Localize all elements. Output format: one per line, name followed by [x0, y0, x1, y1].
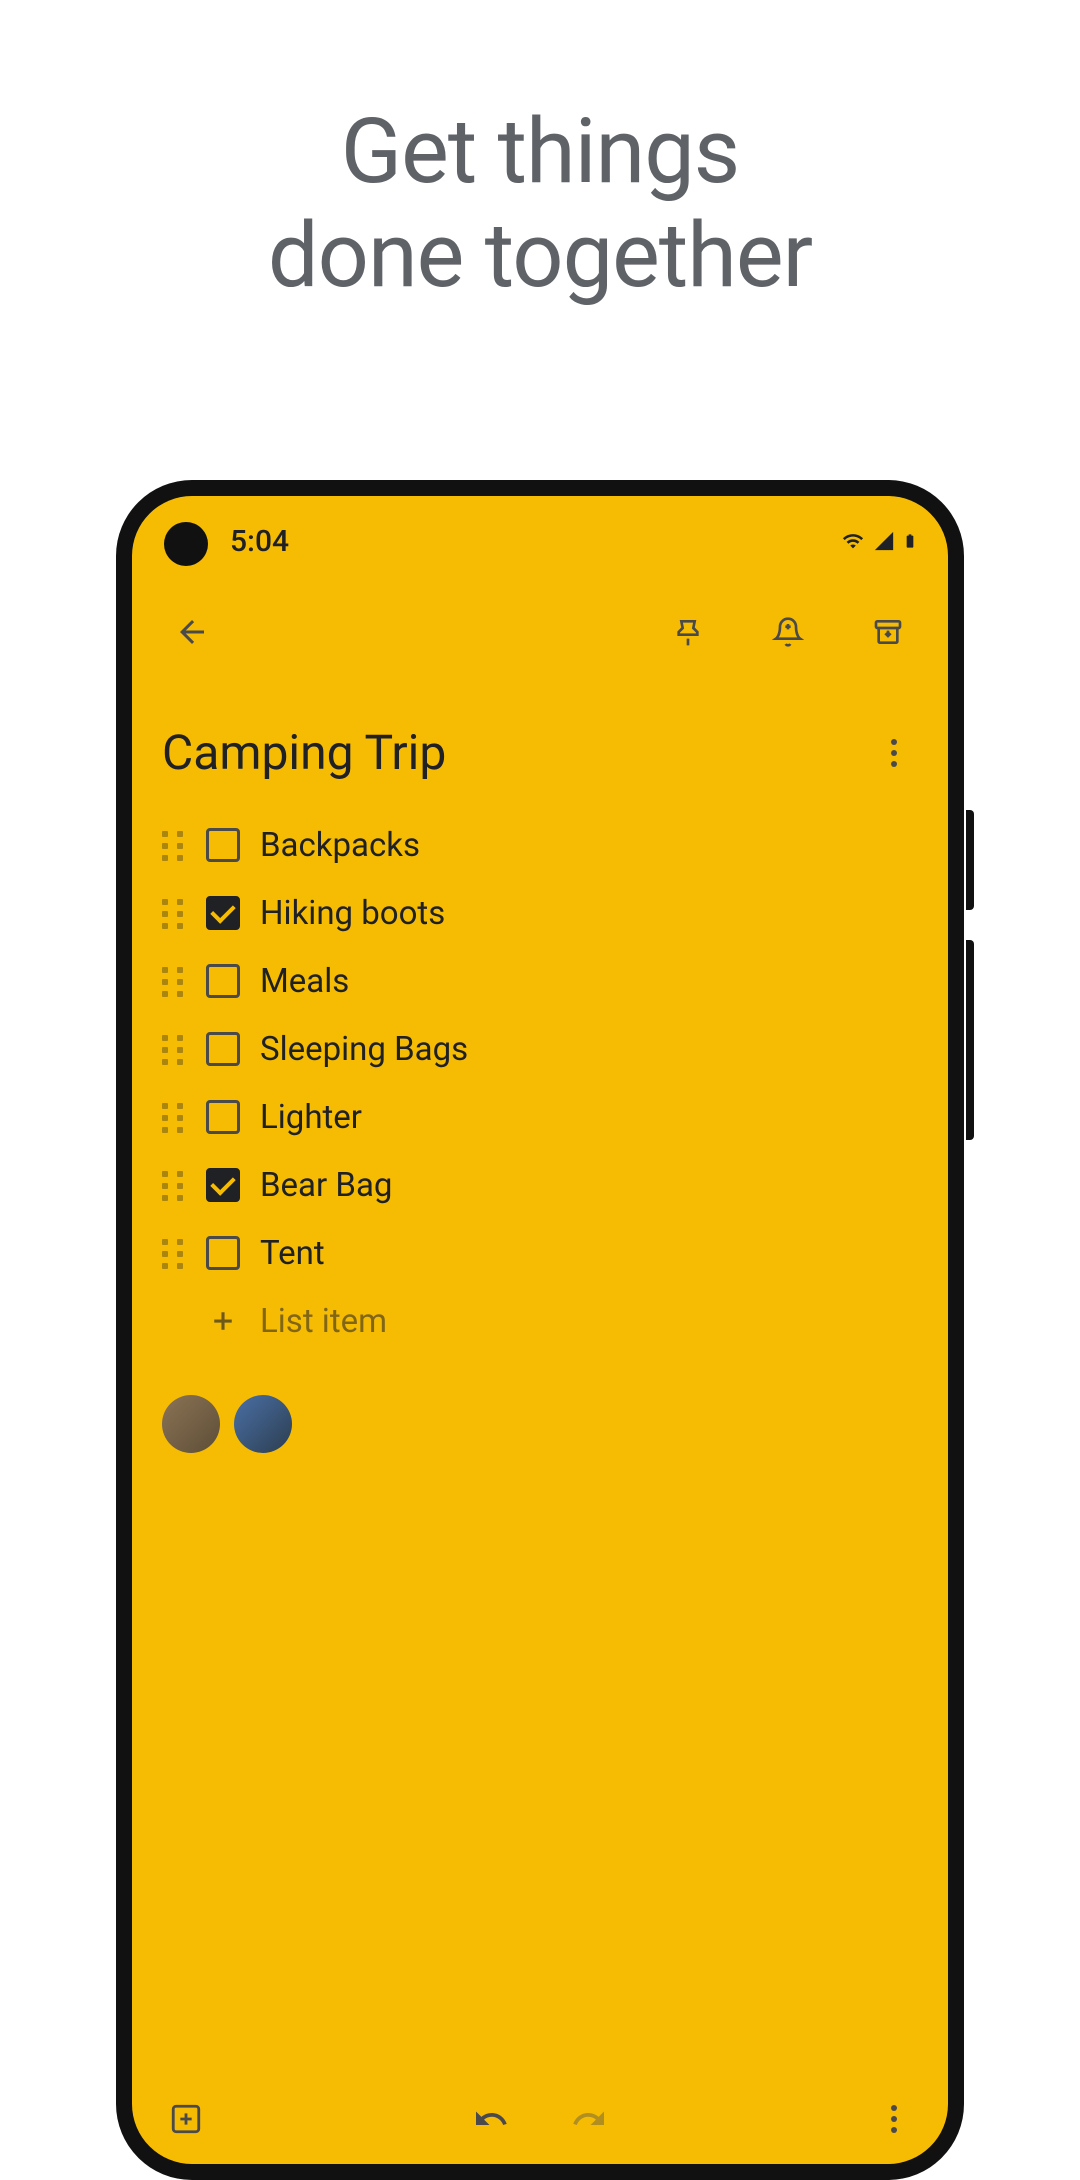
- checkbox[interactable]: [206, 1236, 240, 1270]
- drag-handle-icon[interactable]: [162, 1171, 186, 1199]
- drag-handle-icon[interactable]: [162, 967, 186, 995]
- phone-screen: 5:04: [132, 496, 948, 2164]
- add-item-placeholder: List item: [260, 1302, 387, 1341]
- redo-icon: [571, 2101, 607, 2137]
- drag-handle-icon[interactable]: [162, 831, 186, 859]
- note-title[interactable]: Camping Trip: [162, 724, 446, 781]
- status-bar: 5:04: [132, 496, 948, 564]
- checklist-item-text[interactable]: Sleeping Bags: [260, 1030, 468, 1069]
- app-bar: [132, 564, 948, 664]
- checkbox[interactable]: [206, 896, 240, 930]
- checklist-item-text[interactable]: Tent: [260, 1234, 325, 1273]
- checkbox[interactable]: [206, 1032, 240, 1066]
- checklist-item-text[interactable]: Meals: [260, 962, 349, 1001]
- promo-headline: Get things done together: [0, 0, 1080, 307]
- archive-icon: [872, 616, 904, 648]
- checklist-item: Backpacks: [162, 811, 918, 879]
- bottom-toolbar: [132, 2074, 948, 2164]
- checklist-item-text[interactable]: Bear Bag: [260, 1166, 392, 1205]
- checkbox[interactable]: [206, 828, 240, 862]
- checklist-item: Sleeping Bags: [162, 1015, 918, 1083]
- collaborators: [162, 1395, 918, 1453]
- drag-handle-icon[interactable]: [162, 899, 186, 927]
- drag-handle-icon[interactable]: [162, 1103, 186, 1131]
- undo-icon: [473, 2101, 509, 2137]
- checkbox[interactable]: [206, 1168, 240, 1202]
- bell-plus-icon: [772, 616, 804, 648]
- back-button[interactable]: [162, 602, 222, 662]
- note-more-button[interactable]: [870, 729, 918, 777]
- collaborator-avatar[interactable]: [162, 1395, 220, 1453]
- checklist-item: Bear Bag: [162, 1151, 918, 1219]
- phone-frame: 5:04: [116, 480, 964, 2180]
- collaborator-avatar[interactable]: [234, 1395, 292, 1453]
- checklist-item: Tent: [162, 1219, 918, 1287]
- signal-icon: [872, 530, 896, 552]
- archive-button[interactable]: [858, 602, 918, 662]
- status-time: 5:04: [230, 524, 289, 559]
- checkbox[interactable]: [206, 964, 240, 998]
- drag-handle-icon[interactable]: [162, 1239, 186, 1267]
- undo-button[interactable]: [467, 2095, 515, 2143]
- pin-icon: [672, 616, 704, 648]
- checklist-item-text[interactable]: Backpacks: [260, 826, 420, 865]
- checklist-item: Meals: [162, 947, 918, 1015]
- checklist-item: Hiking boots: [162, 879, 918, 947]
- add-attachment-button[interactable]: [162, 2095, 210, 2143]
- reminder-button[interactable]: [758, 602, 818, 662]
- add-list-item[interactable]: List item: [162, 1287, 918, 1355]
- camera-punch-hole: [164, 522, 208, 566]
- battery-icon: [902, 528, 918, 554]
- checklist-item: Lighter: [162, 1083, 918, 1151]
- arrow-left-icon: [174, 614, 210, 650]
- drag-handle-icon[interactable]: [162, 1035, 186, 1063]
- redo-button[interactable]: [565, 2095, 613, 2143]
- add-box-icon: [169, 2102, 203, 2136]
- bottom-more-button[interactable]: [870, 2095, 918, 2143]
- pin-button[interactable]: [658, 602, 718, 662]
- plus-icon: [206, 1304, 240, 1338]
- checklist-item-text[interactable]: Lighter: [260, 1098, 362, 1137]
- checklist: Backpacks Hiking boots Meals Sleeping Bags L…: [162, 811, 918, 1287]
- wifi-icon: [840, 530, 866, 552]
- checklist-item-text[interactable]: Hiking boots: [260, 894, 445, 933]
- note-content: Camping Trip Backpacks Hiking boots Meals S…: [132, 664, 948, 1453]
- checkbox[interactable]: [206, 1100, 240, 1134]
- status-icons: [840, 528, 918, 554]
